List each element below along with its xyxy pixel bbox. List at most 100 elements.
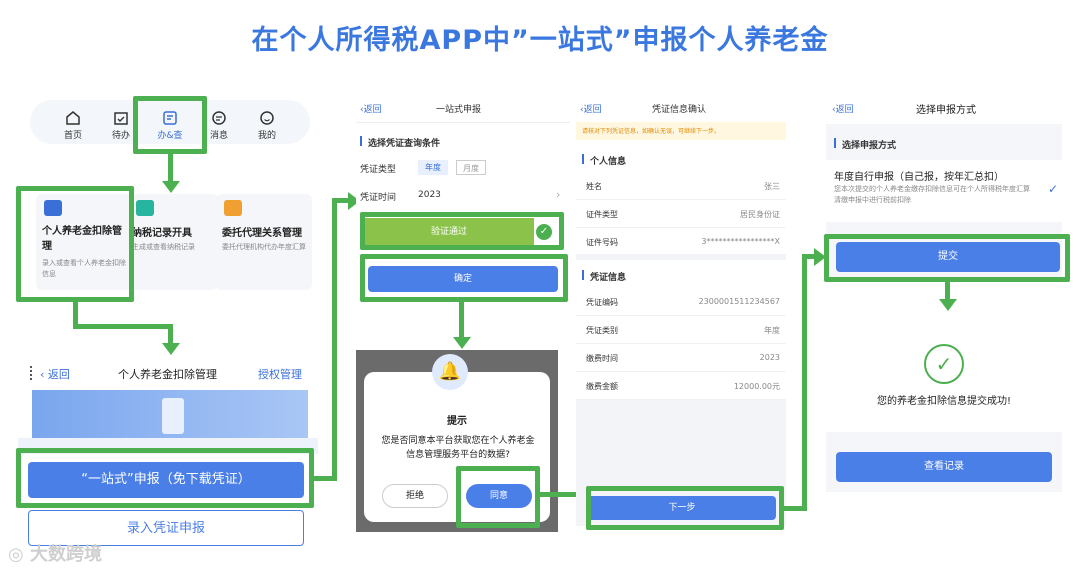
arrow [802, 254, 807, 511]
section-title: 凭证信息 [590, 273, 627, 283]
highlight-tab [133, 96, 207, 154]
dots-icon [30, 366, 33, 380]
section-title: 个人信息 [590, 157, 627, 167]
type-option-annual[interactable]: 年度 [418, 160, 448, 175]
watermark-text: 大数跨境 [30, 544, 102, 565]
back-link[interactable]: ‹ 返回 [40, 366, 70, 382]
notice-text: 请核对下列凭证信息，如确认无误，可继续下一步。 [582, 128, 721, 135]
back-label: 返回 [47, 368, 70, 381]
screen-title: 个人养老金扣除管理 [118, 368, 217, 381]
watermark: ◎ 大数跨境 [8, 540, 102, 566]
screen-title: 凭证信息确认 [652, 105, 707, 115]
tab-me[interactable]: 我的 [252, 110, 282, 141]
watermark-logo-icon: ◎ [8, 544, 24, 565]
info-key: 缴费金额 [586, 382, 618, 391]
highlight-agree [456, 466, 540, 528]
info-key: 证件类型 [586, 210, 618, 219]
card-desc: 生成或查看纳税记录 [132, 243, 195, 251]
tab-label: 首页 [63, 131, 82, 141]
notice-bar: 请核对下列凭证信息，如确认无误，可继续下一步。 [576, 122, 786, 140]
back-label: 返回 [363, 105, 382, 115]
tab-home[interactable]: 首页 [58, 110, 88, 141]
tab-todo[interactable]: 待办 [106, 110, 136, 141]
arrow [168, 324, 173, 344]
arrow-head [453, 337, 471, 349]
type-label: 凭证类型 [360, 165, 397, 175]
smile-icon [260, 111, 274, 125]
info-value: 2300001511234567 [698, 297, 780, 306]
arrow [459, 302, 464, 338]
personal-info-list: 姓名 张三证件类型 居民身份证证件号码 3*****************X [576, 172, 786, 256]
section-title: 选择申报方式 [842, 141, 897, 151]
option-desc: 您本次提交的个人养老金缴存扣除信息可在个人所得税年度汇算清缴申报中进行税前扣除 [834, 185, 1030, 204]
info-value: 2023 [759, 353, 780, 362]
tab-message[interactable]: 消息 [204, 110, 234, 141]
card-icon [224, 200, 242, 216]
info-row: 姓名 张三 [576, 172, 786, 200]
success-text: 您的养老金扣除信息提交成功! [876, 396, 1011, 407]
highlight-next [586, 486, 784, 530]
home-icon [66, 111, 80, 125]
time-value[interactable]: 2023 [418, 190, 441, 200]
arrow [332, 198, 337, 481]
bell-icon: 🔔 [432, 354, 468, 390]
info-key: 凭证编码 [586, 298, 618, 307]
back-link[interactable]: ‹返回 [360, 102, 382, 115]
highlight-one-stop [16, 448, 314, 508]
option-annual-self[interactable]: 年度自行申报（自己报，按年汇总扣） 您本次提交的个人养老金缴存扣除信息可在个人所… [826, 162, 1062, 216]
dialog-title: 提示 [447, 416, 467, 427]
view-records-button[interactable]: 查看记录 [836, 452, 1052, 482]
check-icon: ✓ [1048, 182, 1059, 196]
section-bar [834, 138, 836, 148]
info-key: 凭证类别 [586, 326, 618, 335]
info-row: 缴费时间 2023 [576, 344, 786, 372]
back-link[interactable]: ‹返回 [580, 102, 602, 115]
arrow-head [162, 181, 180, 193]
info-row: 凭证类别 年度 [576, 316, 786, 344]
info-value: 张三 [764, 182, 780, 191]
card-title: 纳税记录开具 [132, 228, 192, 239]
info-row: 证件号码 3*****************X [576, 228, 786, 256]
info-key: 证件号码 [586, 238, 618, 247]
info-value: 3*****************X [701, 237, 780, 246]
time-label: 凭证时间 [360, 193, 397, 203]
voucher-info-list: 凭证编码 2300001511234567 凭证类别 年度缴费时间 2023 缴费金额 12… [576, 288, 786, 400]
tab-label: 我的 [257, 131, 276, 141]
card-tax-record[interactable]: 纳税记录开具 生成或查看纳税记录 [130, 194, 218, 290]
info-key: 缴费时间 [586, 354, 618, 363]
tab-label: 待办 [111, 131, 130, 141]
reject-button[interactable]: 拒绝 [382, 484, 448, 508]
card-agency[interactable]: 委托代理关系管理 委托代理机构代办年度汇算 [216, 194, 312, 290]
section-bar [360, 136, 362, 146]
highlight-card [16, 186, 134, 302]
highlight-submit [824, 234, 1070, 282]
card-desc: 委托代理机构代办年度汇算 [222, 243, 306, 251]
info-value: 12000.00元 [733, 382, 780, 391]
arrow [945, 282, 950, 300]
back-label: 返回 [583, 105, 602, 115]
section-bar [582, 154, 584, 164]
info-value: 年度 [764, 326, 780, 335]
auth-link[interactable]: 授权管理 [258, 366, 302, 382]
info-row: 凭证编码 2300001511234567 [576, 288, 786, 316]
banner-image [32, 390, 308, 438]
chevron-right-icon: › [556, 188, 561, 201]
dialog-text: 您是否同意本平台获取您在个人养老金信息管理服务平台的数据? [381, 436, 535, 460]
back-label: 返回 [835, 105, 854, 115]
section-bar [582, 270, 584, 280]
highlight-confirm [360, 254, 568, 302]
panel-declare-method: ‹返回 选择申报方式 选择申报方式 年度自行申报（自己报，按年汇总扣） 您本次提… [826, 96, 1062, 496]
page-title: 在个人所得税APP中”一站式”申报个人养老金 [251, 25, 829, 56]
arrow-head [162, 343, 180, 355]
back-link[interactable]: ‹返回 [832, 102, 854, 115]
type-option-monthly[interactable]: 月度 [456, 160, 486, 175]
info-value: 居民身份证 [740, 210, 780, 219]
arrow [540, 492, 580, 497]
section-title: 选择凭证查询条件 [368, 139, 441, 149]
panel-voucher-confirm: ‹返回 凭证信息确认 请核对下列凭证信息，如确认无误，可继续下一步。 个人信息 … [576, 96, 786, 526]
tab-label: 消息 [209, 131, 228, 141]
phone-illustration [162, 398, 184, 434]
card-title: 委托代理关系管理 [222, 228, 302, 239]
success-icon: ✓ [924, 344, 964, 384]
info-row: 证件类型 居民身份证 [576, 200, 786, 228]
